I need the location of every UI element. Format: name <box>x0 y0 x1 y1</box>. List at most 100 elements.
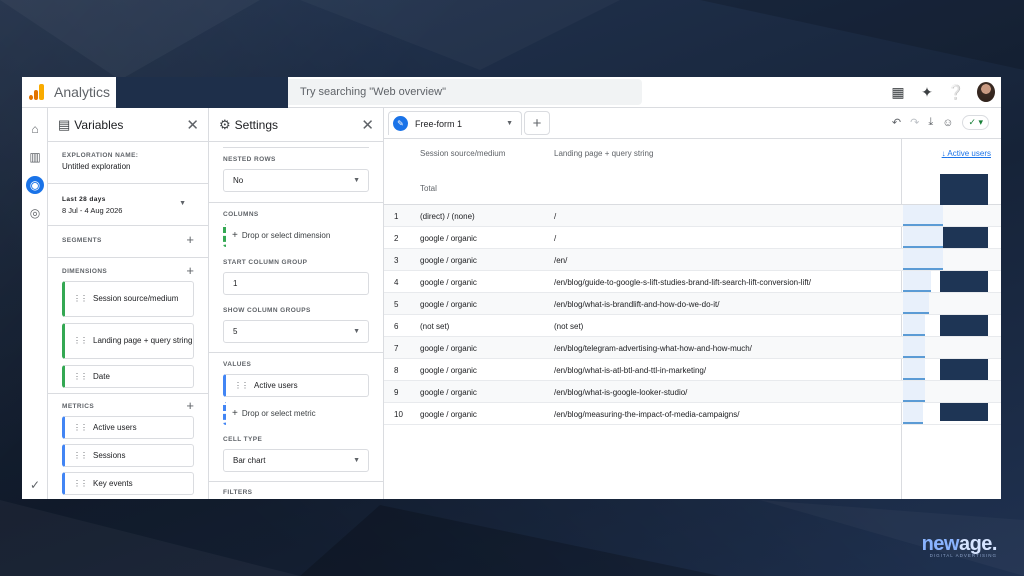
row-number: 2 <box>394 234 399 243</box>
table-row[interactable]: 3 google / organic/en/ <box>384 249 1001 271</box>
show-column-groups-select[interactable]: 5 ▼ <box>223 320 369 343</box>
chevron-down-icon: ▼ <box>353 177 360 184</box>
add-tab-button[interactable]: + <box>524 111 550 135</box>
download-icon[interactable]: ⤓ <box>928 116 933 129</box>
avatar[interactable] <box>977 82 995 102</box>
row-source: google / organic <box>420 366 477 375</box>
row-bar-fill <box>903 315 925 336</box>
row-bar <box>903 268 943 270</box>
dimension-chip[interactable]: ⋮⋮ Session source/medium <box>62 281 194 317</box>
help-icon[interactable]: ❔ <box>947 81 964 103</box>
date-range-picker[interactable]: Last 28 days 8 Jul - 4 Aug 2026 ▼ <box>48 184 208 226</box>
search-input[interactable]: Try searching "Web overview" <box>288 79 642 105</box>
table-row[interactable]: 7 google / organic/en/blog/telegram-adver… <box>384 337 1001 359</box>
column-header-active-users[interactable]: ↓ Active users <box>942 149 991 158</box>
values-drop-target[interactable]: + Drop or select metric <box>223 402 369 425</box>
redo-icon[interactable]: ↷ <box>910 116 919 129</box>
row-bar-fill <box>903 271 931 292</box>
app-title: Analytics <box>54 84 111 100</box>
undo-icon[interactable]: ↶ <box>892 116 901 129</box>
column-header-source[interactable]: Session source/medium <box>420 149 505 158</box>
table-row[interactable]: 10 google / organic/en/blog/measuring-the… <box>384 403 1001 425</box>
metric-chip[interactable]: ⋮⋮ Key events <box>62 472 194 495</box>
dimension-chip[interactable]: ⋮⋮ Date <box>62 365 194 388</box>
row-landing-page: (not set) <box>554 322 584 331</box>
settings-panel: ⚙ Settings ✕ NESTED ROWS No ▼ COLUMNS + Dr… <box>209 108 384 499</box>
drag-handle-icon[interactable]: ⋮⋮ <box>73 451 88 460</box>
add-metric-icon[interactable]: + <box>186 398 194 413</box>
drag-handle-icon[interactable]: ⋮⋮ <box>73 293 88 305</box>
drag-handle-icon[interactable]: ⋮⋮ <box>73 479 88 488</box>
drag-handle-icon[interactable]: ⋮⋮ <box>73 423 88 432</box>
row-bar <box>903 312 929 314</box>
row-source: (direct) / (none) <box>420 212 475 221</box>
advertising-icon[interactable]: ◎ <box>26 204 44 222</box>
dimension-chip[interactable]: ⋮⋮ Landing page + query string <box>62 323 194 359</box>
row-source: google / organic <box>420 300 477 309</box>
table-row[interactable]: 9 google / organic/en/blog/what-is-google… <box>384 381 1001 403</box>
settings-title: Settings <box>234 117 279 132</box>
row-landing-page: /en/blog/what-is-atl-btl-and-ttl-in-mark… <box>554 366 707 375</box>
close-icon[interactable]: ✕ <box>361 116 374 134</box>
row-source: google / organic <box>420 234 477 243</box>
edit-icon: ✎ <box>393 116 408 131</box>
brand-logo: newage. DIGITAL ADVERTISING <box>921 533 998 558</box>
columns-label: COLUMNS <box>223 211 259 218</box>
exploration-name[interactable]: Untitled exploration <box>62 162 194 171</box>
columns-drop-target[interactable]: + Drop or select dimension <box>223 224 369 247</box>
table-row[interactable]: 1 (direct) / (none) / <box>384 205 1001 227</box>
add-segment-icon[interactable]: + <box>186 232 194 247</box>
share-icon[interactable]: ☺ <box>942 117 953 129</box>
row-landing-page: /en/blog/what-is-google-looker-studio/ <box>554 388 688 397</box>
drag-handle-icon[interactable]: ⋮⋮ <box>73 372 88 381</box>
value-chip[interactable]: ⋮⋮ Active users <box>223 374 369 397</box>
account-selector[interactable] <box>116 77 288 108</box>
row-bar-fill <box>903 227 943 248</box>
explore-icon[interactable]: ◉ <box>26 176 44 194</box>
row-landing-page: / <box>554 234 557 243</box>
home-icon[interactable]: ⌂ <box>26 120 44 138</box>
row-number: 5 <box>394 300 399 309</box>
chevron-down-icon: ▼ <box>353 328 360 335</box>
chevron-down-icon[interactable]: ▼ <box>506 120 513 127</box>
start-column-group-input[interactable]: 1 <box>223 272 369 295</box>
table-row[interactable]: 2 google / organic / <box>384 227 1001 249</box>
gear-icon: ⚙ <box>219 116 231 132</box>
tab-free-form[interactable]: ✎ Free-form 1 ▼ <box>388 111 522 135</box>
table-row[interactable]: 4 google / organic/en/blog/guide-to-googl… <box>384 271 1001 293</box>
nested-rows-select[interactable]: No ▼ <box>223 169 369 192</box>
row-bar <box>903 378 925 380</box>
show-column-groups-label: SHOW COLUMN GROUPS <box>223 307 311 314</box>
exploration-name-label: EXPLORATION NAME: <box>62 152 139 159</box>
table-body: 1 (direct) / (none) / 2 google / organic / 3 go… <box>384 205 1001 425</box>
table-row[interactable]: 6 (not set) (not set) <box>384 315 1001 337</box>
status-check-icon[interactable]: ✓ ▾ <box>962 115 989 130</box>
drag-handle-icon[interactable]: ⋮⋮ <box>73 335 88 347</box>
filters-label: FILTERS <box>223 489 253 496</box>
cell-type-select[interactable]: Bar chart ▼ <box>223 449 369 472</box>
row-bar <box>903 356 925 358</box>
row-source: google / organic <box>420 256 477 265</box>
insights-icon[interactable]: ✦ <box>919 81 935 103</box>
column-header-landing-page[interactable]: Landing page + query string <box>554 149 653 158</box>
row-source: (not set) <box>420 322 450 331</box>
row-bar <box>903 224 943 226</box>
apps-grid-icon[interactable]: ▦ <box>890 81 906 103</box>
add-dimension-icon[interactable]: + <box>186 263 194 278</box>
reports-icon[interactable]: ▥ <box>26 148 44 166</box>
table-row[interactable]: 8 google / organic/en/blog/what-is-atl-bt… <box>384 359 1001 381</box>
admin-check-icon[interactable]: ✓ <box>26 476 44 494</box>
analytics-logo-icon <box>26 81 48 103</box>
row-number: 4 <box>394 278 399 287</box>
table-row[interactable]: 5 google / organic/en/blog/what-is-brandl… <box>384 293 1001 315</box>
close-icon[interactable]: ✕ <box>186 116 199 134</box>
metric-chip[interactable]: ⋮⋮ Active users <box>62 416 194 439</box>
row-bar <box>903 290 931 292</box>
variables-icon: ▤ <box>58 116 71 132</box>
row-landing-page: /en/blog/what-is-brandlift-and-how-do-we… <box>554 300 720 309</box>
metric-chip[interactable]: ⋮⋮ Sessions <box>62 444 194 467</box>
drag-handle-icon[interactable]: ⋮⋮ <box>234 381 249 390</box>
row-bar-fill <box>903 205 943 226</box>
row-bar-fill <box>903 337 925 358</box>
metrics-label: METRICS <box>62 403 95 410</box>
